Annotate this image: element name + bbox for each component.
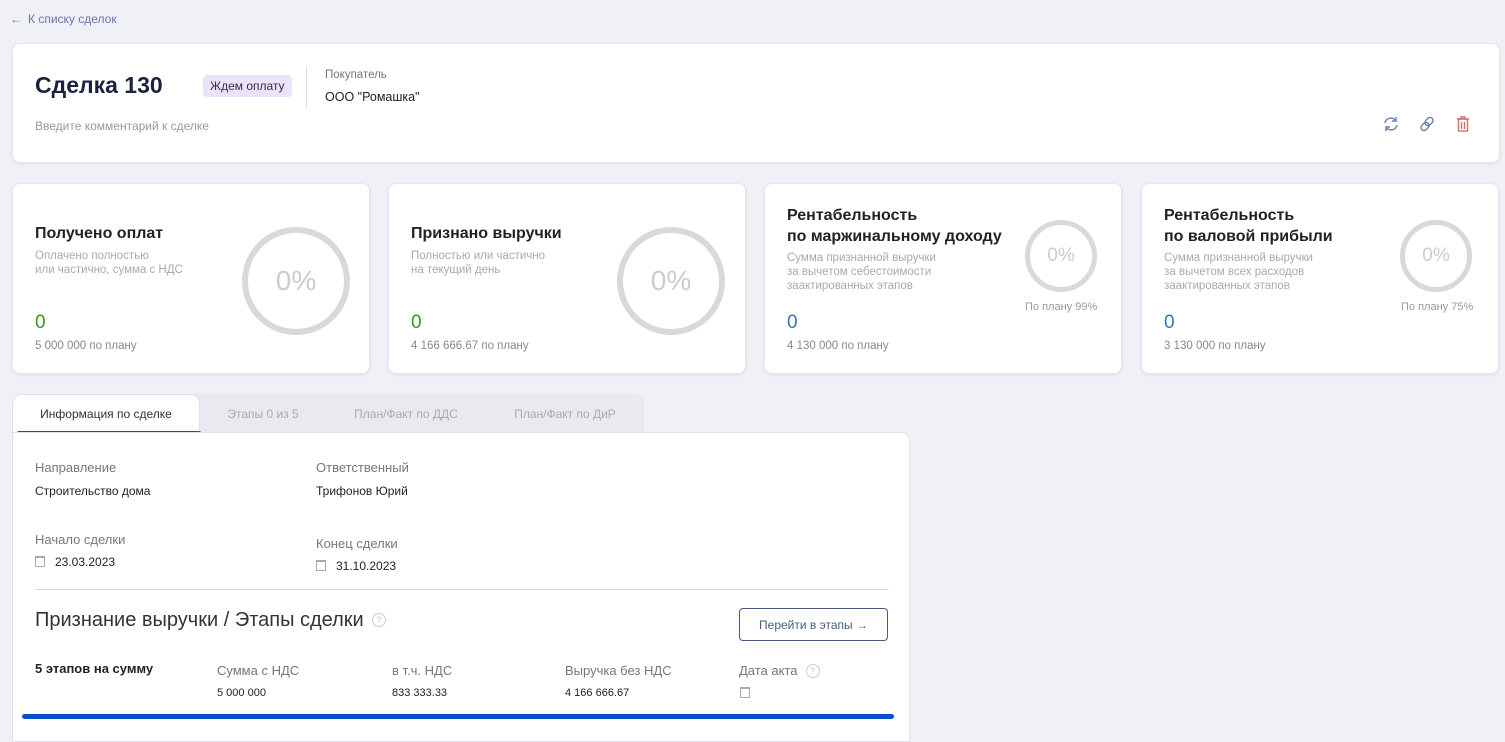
start-date-value: 23.03.2023 xyxy=(55,555,116,569)
stat-subtitle: Оплачено полностью xyxy=(35,250,149,262)
divider xyxy=(306,66,307,108)
delete-icon[interactable] xyxy=(1453,114,1473,134)
stat-value: 0 xyxy=(35,312,46,333)
tab-deal-info[interactable]: Информация по сделке xyxy=(12,394,201,435)
buyer-value[interactable]: ООО "Ромашка" xyxy=(325,90,420,104)
tab-stages[interactable]: Этапы 0 из 5 xyxy=(200,394,326,433)
calendar-icon xyxy=(316,560,326,571)
back-to-deals-link[interactable]: ← К списку сделок xyxy=(10,12,123,26)
col-value: 5 000 000 xyxy=(217,687,266,699)
col-label: Выручка без НДС xyxy=(565,663,672,678)
progress-ring: 0% xyxy=(242,227,350,335)
comment-input[interactable]: Введите комментарий к сделке xyxy=(35,119,209,133)
col-value: 4 166 666.67 xyxy=(565,687,630,699)
calendar-icon xyxy=(35,556,45,567)
stat-subtitle: Полностью или частично xyxy=(411,250,546,262)
progress-ring: 0% xyxy=(617,227,725,335)
responsible-value[interactable]: Трифонов Юрий xyxy=(316,484,408,498)
col-value: 833 333.33 xyxy=(392,687,448,699)
stat-subtitle: за вычетом себестоимости xyxy=(787,266,932,278)
stat-value: 0 xyxy=(411,312,422,333)
margin-profit-stat-card: Рентабельность по маржинальному доходу С… xyxy=(764,183,1122,374)
plan-percent: По плану 99% xyxy=(1025,301,1098,313)
stat-title: Признано выручки xyxy=(411,225,562,242)
stat-value: 0 xyxy=(787,312,798,333)
direction-label: Направление xyxy=(35,460,117,475)
stat-title: по маржинальному доходу xyxy=(787,228,1002,245)
stat-title: Рентабельность xyxy=(787,207,918,224)
stat-plan: 4 130 000 по плану xyxy=(787,340,889,352)
horizontal-scrollbar[interactable] xyxy=(22,714,894,719)
refresh-icon[interactable] xyxy=(1381,114,1401,134)
stat-subtitle: Сумма признанной выручки xyxy=(787,252,936,264)
link-icon[interactable] xyxy=(1417,114,1437,134)
stat-plan: 5 000 000 по плану xyxy=(35,340,137,352)
section-title: Признание выручки / Этапы сделки? xyxy=(35,609,386,632)
help-icon[interactable]: ? xyxy=(371,613,386,627)
progress-ring: 0% xyxy=(1025,220,1097,292)
col-label: Сумма с НДС xyxy=(217,663,300,678)
start-date-field[interactable]: 23.03.2023 xyxy=(35,555,115,569)
responsible-label: Ответственный xyxy=(316,460,409,475)
direction-value[interactable]: Строительство дома xyxy=(35,484,150,498)
end-date-field[interactable]: 31.10.2023 xyxy=(316,559,396,573)
go-to-stages-button[interactable]: Перейти в этапы → xyxy=(739,608,888,641)
buyer-label: Покупатель xyxy=(325,69,387,81)
stat-title: Получено оплат xyxy=(35,225,164,242)
gross-profit-stat-card: Рентабельность по валовой прибыли Сумма … xyxy=(1141,183,1499,374)
plan-percent: По плану 75% xyxy=(1401,301,1474,313)
stat-value: 0 xyxy=(1164,312,1175,333)
payments-stat-card: Получено оплат Оплачено полностью или ча… xyxy=(12,183,370,374)
help-icon[interactable]: ? xyxy=(805,664,820,678)
deal-info-panel: Направление Строительство дома Ответстве… xyxy=(12,432,910,742)
start-date-label: Начало сделки xyxy=(35,532,126,547)
act-date-label: Дата акта? xyxy=(739,663,820,678)
tab-cashflow-plan-fact[interactable]: План/Факт по ДДС xyxy=(326,394,486,433)
calendar-icon[interactable] xyxy=(740,687,750,698)
deal-header-card: Сделка 130 Ждем оплату Покупатель ООО "Р… xyxy=(12,43,1500,163)
stat-subtitle: на текущий день xyxy=(411,264,501,276)
stat-subtitle: заактированных этапов xyxy=(787,280,913,292)
revenue-stat-card: Признано выручки Полностью или частично … xyxy=(388,183,746,374)
stat-plan: 4 166 666.67 по плану xyxy=(411,340,529,352)
end-date-value: 31.10.2023 xyxy=(336,559,397,573)
arrow-left-icon: ← xyxy=(10,12,22,26)
status-badge[interactable]: Ждем оплату xyxy=(203,75,292,97)
stat-plan: 3 130 000 по плану xyxy=(1164,340,1266,352)
page-title: Сделка 130 xyxy=(35,72,163,98)
tab-pnl-plan-fact[interactable]: План/Факт по ДиР xyxy=(486,394,644,433)
progress-ring: 0% xyxy=(1400,220,1472,292)
col-label: в т.ч. НДС xyxy=(392,663,453,678)
stages-summary: 5 этапов на сумму xyxy=(35,661,154,676)
stat-title: Рентабельность xyxy=(1164,207,1295,224)
stat-subtitle: заактированных этапов xyxy=(1164,280,1290,292)
stat-subtitle: Сумма признанной выручки xyxy=(1164,252,1313,264)
divider xyxy=(35,589,889,590)
stat-subtitle: за вычетом всех расходов xyxy=(1164,266,1305,278)
end-date-label: Конец сделки xyxy=(316,536,398,551)
deal-tabs: Информация по сделке Этапы 0 из 5 План/Ф… xyxy=(12,394,644,435)
stat-title: по валовой прибыли xyxy=(1164,228,1333,245)
stat-subtitle: или частично, сумма с НДС xyxy=(35,264,183,276)
